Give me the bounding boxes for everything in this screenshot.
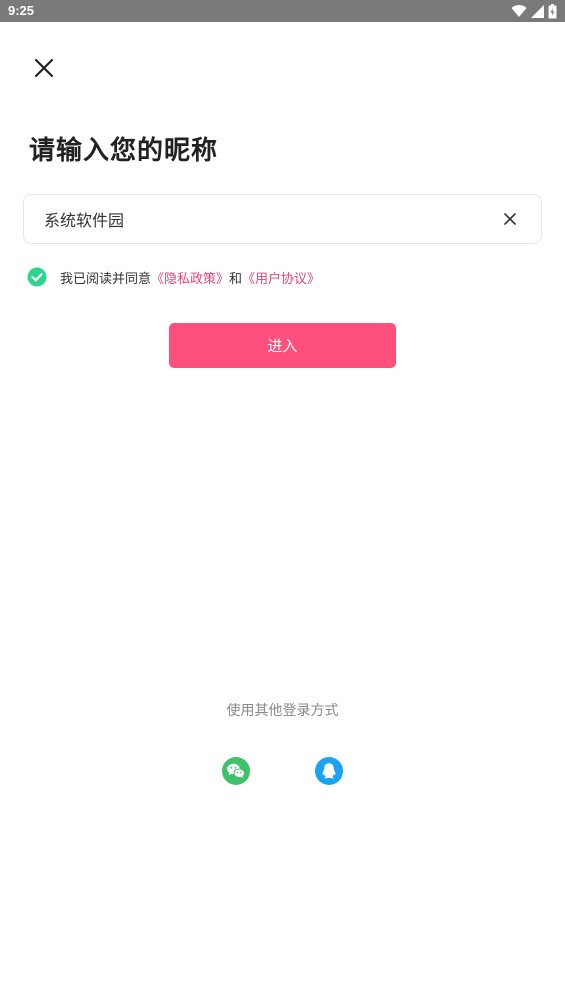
privacy-policy-link[interactable]: 《隐私政策》 (151, 268, 229, 287)
wifi-icon (511, 5, 527, 18)
wechat-login-button[interactable] (222, 757, 250, 785)
agreement-conjunction: 和 (229, 271, 243, 287)
other-login-label: 使用其他登录方式 (226, 703, 339, 719)
checkbox-checked-icon[interactable] (27, 267, 47, 287)
user-agreement-link[interactable]: 《用户协议》 (242, 268, 320, 287)
enter-button[interactable]: 进入 (169, 323, 396, 368)
wechat-icon (222, 757, 250, 785)
page-title: 请输入您的昵称 (29, 136, 219, 166)
agreement-prefix: 我已阅读并同意 (60, 271, 152, 287)
close-icon (34, 58, 54, 78)
qq-login-button[interactable] (315, 757, 343, 785)
signal-icon (531, 4, 544, 18)
qq-icon (315, 757, 343, 785)
nickname-input[interactable] (44, 195, 484, 243)
battery-icon (548, 3, 557, 18)
close-button[interactable] (28, 52, 60, 84)
status-time: 9:25 (8, 3, 35, 18)
status-bar: 9:25 (0, 0, 565, 22)
agreement-row: 我已阅读并同意 《隐私政策》 和 《用户协议》 (27, 266, 320, 288)
clear-icon (504, 213, 516, 225)
clear-input-button[interactable] (501, 210, 519, 228)
nickname-field (23, 194, 542, 244)
status-icons (511, 3, 557, 19)
